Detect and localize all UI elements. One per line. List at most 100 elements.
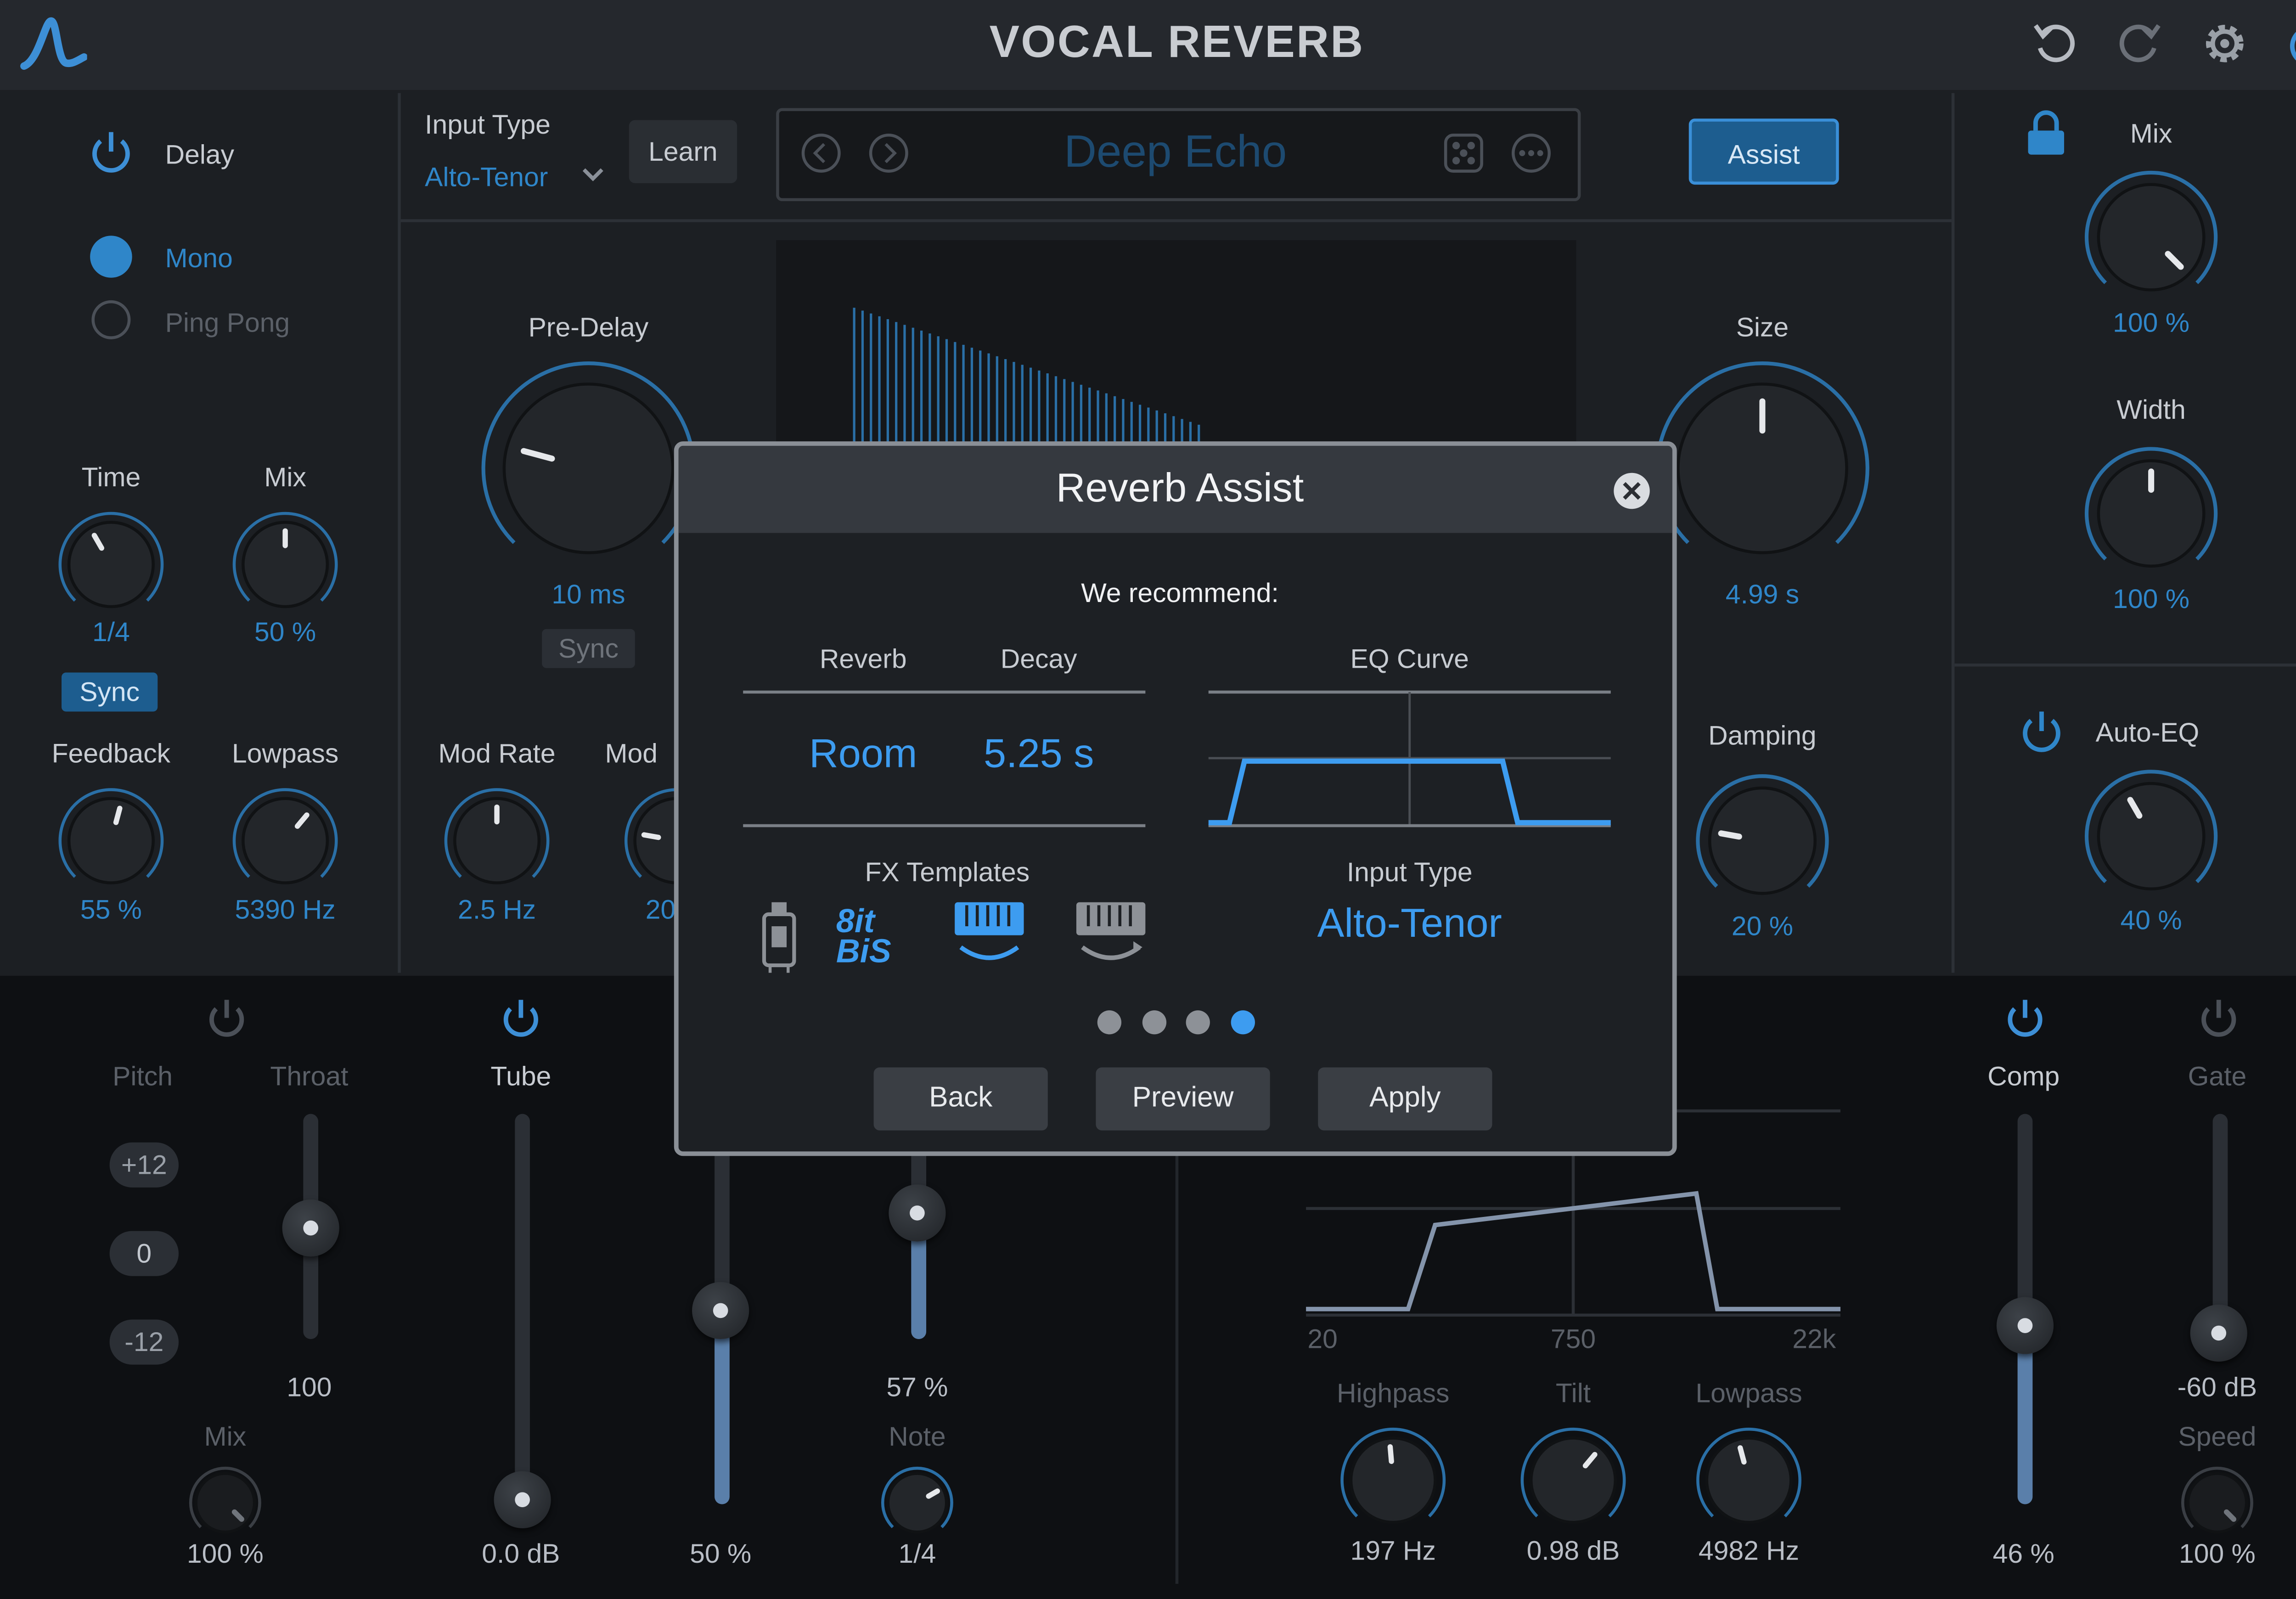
knob-graphic [881, 1466, 953, 1534]
delay-time-knob[interactable] [57, 510, 165, 618]
note-slider-thumb[interactable] [889, 1184, 946, 1242]
input-type-dropdown[interactable]: Alto-Tenor [425, 162, 548, 194]
pitch-mix-label: Mix [204, 1421, 247, 1452]
divider [1954, 663, 2296, 667]
tilt-knob[interactable] [1519, 1426, 1627, 1534]
chevron-down-icon[interactable] [580, 165, 607, 186]
eq-lowpass-knob[interactable] [1695, 1426, 1803, 1534]
tube-slider-track[interactable] [515, 1114, 530, 1504]
note-slider-value: 57 % [886, 1372, 948, 1402]
mod-rate-label: Mod Rate [438, 738, 556, 769]
right-mix-label: Mix [2130, 118, 2172, 149]
delay-mix-knob[interactable] [231, 510, 339, 618]
knob-graphic [1696, 774, 1829, 895]
assist-button[interactable]: Assist [1688, 118, 1839, 185]
delay-lowpass-knob[interactable] [231, 787, 339, 895]
pitch-0-button[interactable]: 0 [109, 1231, 179, 1276]
keys-alt-template-icon[interactable] [1073, 899, 1148, 968]
undo-icon[interactable] [2030, 18, 2081, 69]
eq-lowpass-label: Lowpass [1695, 1378, 1802, 1408]
knob-body [1705, 1436, 1793, 1524]
speed-label: Speed [2178, 1421, 2257, 1452]
pitch-mix-knob[interactable] [188, 1465, 263, 1540]
gate-value: -60 dB [2177, 1372, 2257, 1402]
knob-body [2186, 1472, 2248, 1534]
highpass-knob[interactable] [1339, 1426, 1447, 1534]
damping-knob[interactable] [1695, 773, 1830, 908]
back-button[interactable]: Back [873, 1067, 1048, 1131]
page-dot-3[interactable] [1186, 1010, 1210, 1035]
random-dice-icon[interactable] [1443, 132, 1485, 175]
redo-icon[interactable] [2114, 18, 2165, 69]
width-value: 100 % [2113, 584, 2190, 614]
apply-button[interactable]: Apply [1318, 1067, 1492, 1131]
delay-time-label: Time [81, 462, 141, 493]
dialog-input-type-value: Alto-Tenor [1317, 901, 1502, 946]
mod-rate-knob[interactable] [443, 787, 551, 895]
sat-value: 50 % [690, 1538, 752, 1569]
gate-label: Gate [2188, 1061, 2247, 1092]
width-label: Width [2116, 394, 2186, 425]
more-options-icon[interactable] [1510, 132, 1553, 175]
sat-slider-thumb[interactable] [692, 1282, 749, 1340]
feedback-label: Feedback [51, 738, 171, 769]
ping-pong-label[interactable]: Ping Pong [165, 308, 290, 339]
tube-slider-thumb[interactable] [494, 1471, 551, 1528]
right-mix-knob[interactable] [2084, 169, 2219, 304]
next-preset-icon[interactable] [868, 132, 910, 175]
knob-pointer [641, 832, 661, 840]
power-icon[interactable] [2285, 18, 2296, 69]
ping-pong-radio[interactable] [91, 300, 131, 339]
page-dot-2[interactable] [1142, 1010, 1167, 1035]
delay-power-icon[interactable] [87, 129, 135, 177]
predelay-knob[interactable] [480, 360, 697, 577]
gate-slider-thumb[interactable] [2190, 1304, 2247, 1362]
pitch-minus12-button[interactable]: -12 [109, 1319, 179, 1365]
keys-template-icon[interactable] [952, 899, 1027, 968]
close-icon[interactable] [1612, 471, 1651, 510]
svg-text:BiS: BiS [836, 933, 891, 968]
pitch-plus12-button[interactable]: +12 [109, 1142, 179, 1188]
throat-slider-thumb[interactable] [282, 1199, 339, 1257]
auto-eq-knob[interactable] [2084, 769, 2219, 904]
auto-eq-power-icon[interactable] [2018, 709, 2066, 757]
bits-template-icon[interactable]: 8itBiS [833, 902, 905, 968]
tube-template-icon[interactable] [758, 899, 800, 974]
preset-name[interactable]: Deep Echo [1064, 128, 1287, 179]
comp-power-icon[interactable] [2003, 997, 2048, 1042]
page-dot-1[interactable] [1097, 1010, 1122, 1035]
pitch-power-icon[interactable] [204, 997, 249, 1042]
mod-rate-value: 2.5 Hz [458, 895, 536, 925]
knob-graphic [1655, 361, 1869, 554]
lock-icon[interactable] [2024, 110, 2069, 158]
preview-button[interactable]: Preview [1096, 1067, 1270, 1131]
prev-preset-icon[interactable] [800, 132, 842, 175]
note-knob[interactable] [880, 1465, 955, 1540]
divider [743, 824, 1146, 828]
mono-radio[interactable] [90, 236, 132, 278]
delay-sync-button[interactable]: Sync [62, 672, 158, 712]
comp-slider-thumb[interactable] [1996, 1297, 2054, 1354]
knob-pointer [1737, 1445, 1747, 1465]
note-label: Note [889, 1421, 946, 1452]
mono-label[interactable]: Mono [165, 243, 233, 275]
knob-body [194, 1472, 256, 1534]
throat-label: Throat [270, 1061, 349, 1092]
right-mix-value: 100 % [2113, 308, 2190, 338]
auto-eq-label: Auto-EQ [2095, 717, 2200, 748]
feedback-knob[interactable] [57, 787, 165, 895]
knob-graphic [58, 512, 164, 608]
delay-lowpass-value: 5390 Hz [235, 895, 336, 925]
size-knob[interactable] [1654, 360, 1871, 577]
width-knob[interactable] [2084, 446, 2219, 581]
predelay-sync-button[interactable]: Sync [542, 629, 635, 668]
top-bar: VOCAL REVERB [0, 0, 2296, 92]
delay-title: Delay [165, 140, 235, 170]
gate-power-icon[interactable] [2196, 997, 2241, 1042]
delay-mix-value: 50 % [254, 617, 316, 647]
gear-icon[interactable] [2198, 17, 2252, 71]
learn-button[interactable]: Learn [629, 120, 737, 183]
page-dot-4[interactable] [1231, 1010, 1255, 1035]
tube-power-icon[interactable] [498, 997, 543, 1042]
speed-knob[interactable] [2180, 1465, 2255, 1540]
